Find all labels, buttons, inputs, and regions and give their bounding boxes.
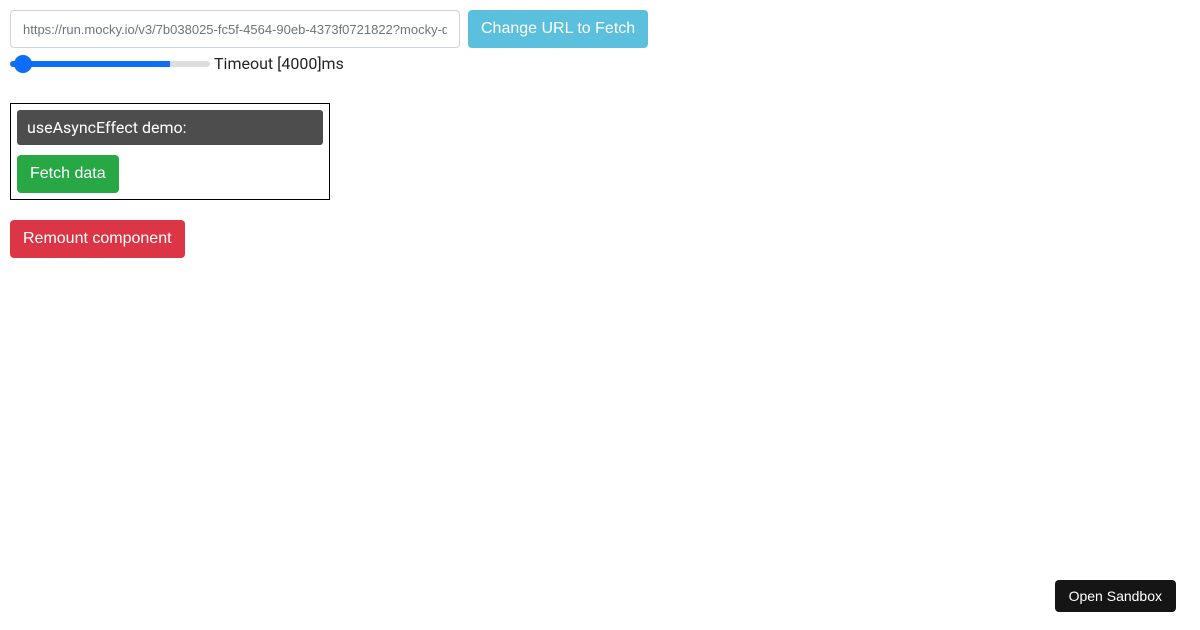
fetch-data-button[interactable]: Fetch data [17,155,119,193]
url-input[interactable] [10,10,460,48]
change-url-button[interactable]: Change URL to Fetch [468,10,648,48]
timeout-label: Timeout [4000]ms [214,54,344,73]
timeout-label-prefix: Timeout [ [214,54,281,73]
timeout-value: 4000 [281,54,317,73]
demo-header: useAsyncEffect demo: [17,110,323,145]
remount-button[interactable]: Remount component [10,220,185,258]
demo-card: useAsyncEffect demo: Fetch data [10,103,330,200]
open-sandbox-button[interactable]: Open Sandbox [1055,580,1176,612]
timeout-label-suffix: ]ms [317,54,344,73]
timeout-slider[interactable] [10,61,210,67]
